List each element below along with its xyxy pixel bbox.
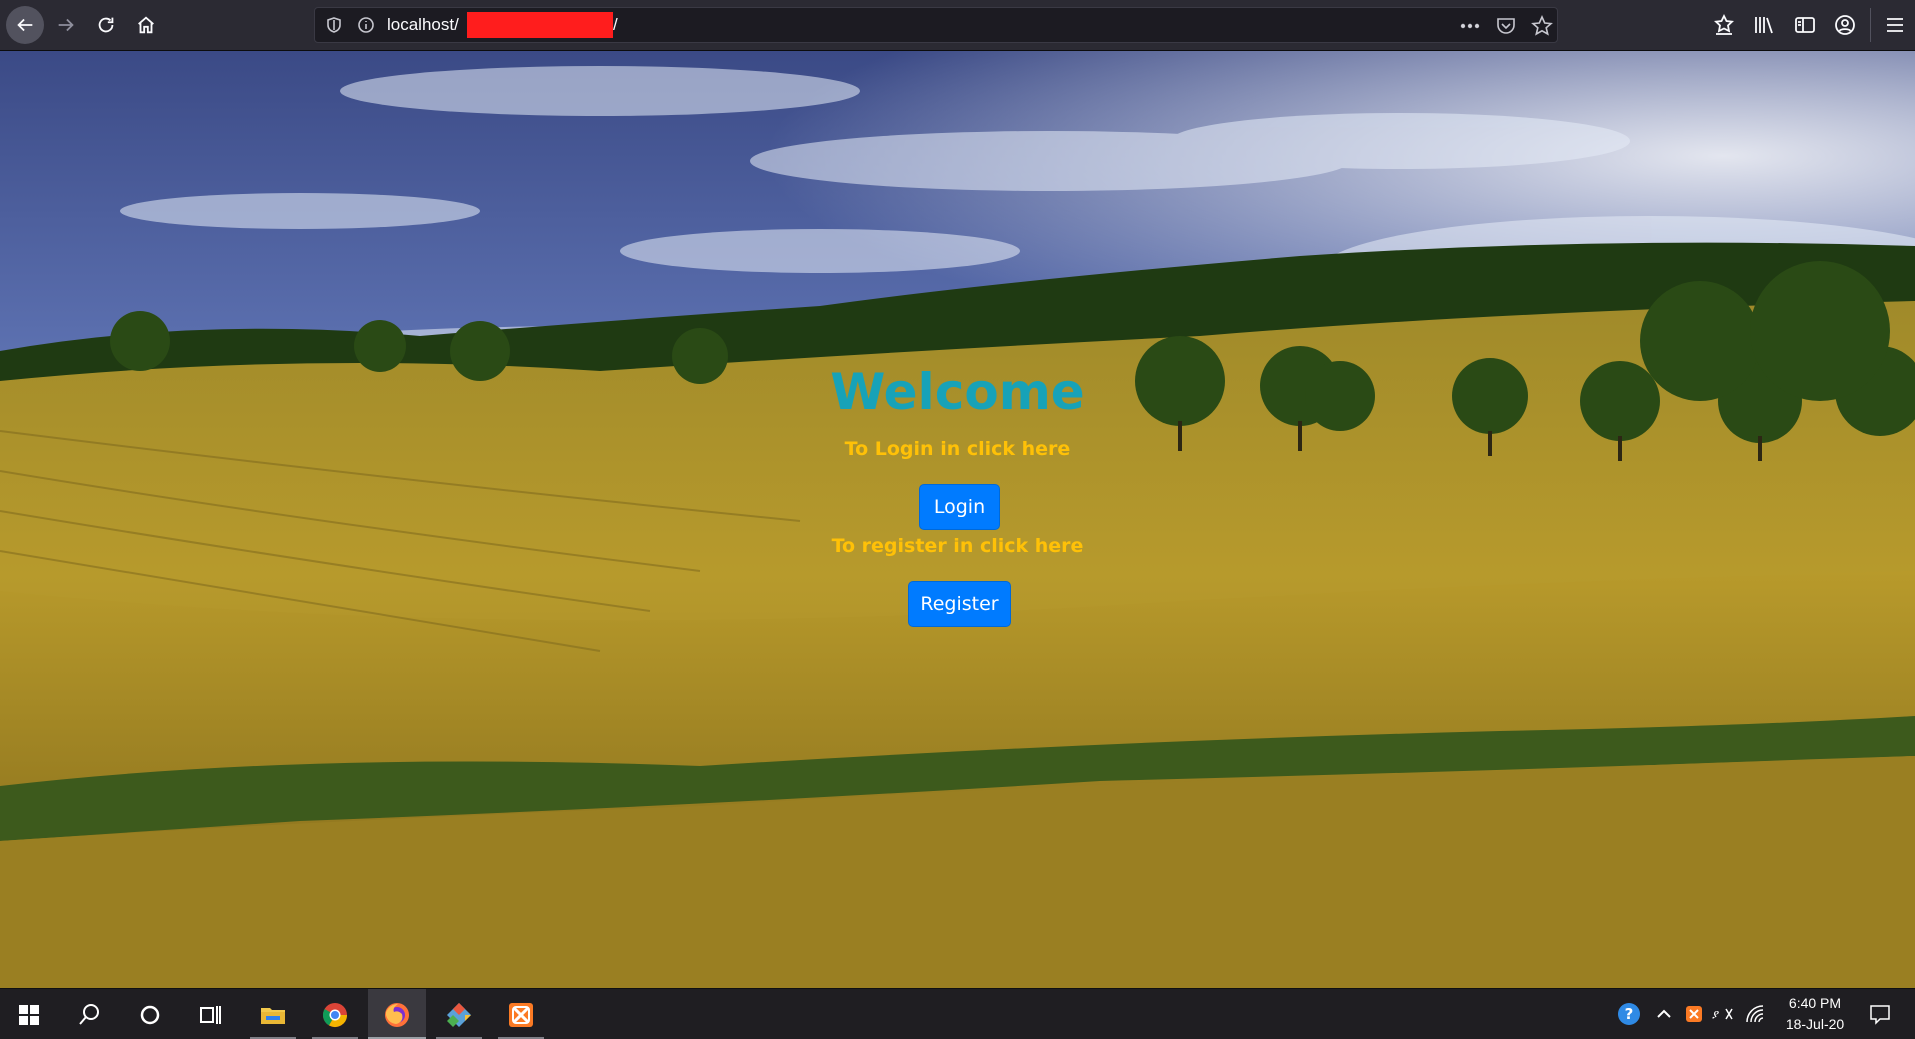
welcome-content: Welcome To Login in click here Login To … — [0, 51, 1915, 988]
home-button[interactable] — [127, 6, 165, 44]
xampp-icon — [509, 1002, 533, 1027]
url-trailing-slash[interactable]: / — [613, 8, 618, 42]
address-bar[interactable]: localhost/ / — [314, 7, 1558, 43]
pocket-icon[interactable] — [1495, 15, 1517, 37]
search-icon — [79, 1003, 99, 1025]
login-button[interactable]: Login — [919, 484, 1000, 530]
sidebar-icon[interactable] — [1793, 13, 1817, 37]
file-explorer-taskbar-button[interactable] — [244, 989, 302, 1039]
notification-icon[interactable] — [1867, 1001, 1893, 1027]
reload-icon — [98, 17, 114, 33]
account-icon[interactable] — [1833, 13, 1857, 37]
task-view-button[interactable] — [181, 989, 239, 1039]
chrome-icon — [322, 1002, 347, 1027]
forward-arrow-icon — [58, 18, 74, 32]
system-clock[interactable]: 6:40 PM 18-Jul-20 — [1770, 993, 1860, 1035]
redacted-url-segment — [467, 12, 613, 38]
page-actions-more-icon[interactable] — [1459, 15, 1481, 37]
site-info-icon[interactable] — [357, 16, 375, 34]
clock-date: 18-Jul-20 — [1785, 1016, 1845, 1032]
taskbar-search-button[interactable] — [60, 989, 118, 1039]
cortana-icon — [140, 1005, 160, 1024]
chrome-taskbar-button[interactable] — [306, 989, 364, 1039]
task-view-icon — [200, 1005, 221, 1024]
help-icon[interactable]: ? — [1616, 1001, 1642, 1027]
windows-start-icon — [19, 1004, 39, 1025]
register-prompt-text: To register in click here — [831, 535, 1084, 557]
tracking-protection-shield-icon[interactable] — [325, 16, 343, 34]
file-explorer-icon — [261, 1007, 285, 1024]
bookmark-star-icon[interactable] — [1531, 15, 1553, 37]
show-hidden-icons-chevron[interactable] — [1651, 1001, 1677, 1027]
reload-button[interactable] — [87, 6, 125, 44]
register-button[interactable]: Register — [908, 581, 1011, 627]
network-icon[interactable] — [1742, 1001, 1768, 1027]
cortana-button[interactable] — [121, 989, 179, 1039]
windows-taskbar: ? ያ 6:40 PM 18-Jul-20 — [0, 988, 1915, 1039]
git-taskbar-button[interactable] — [430, 989, 488, 1039]
xampp-tray-icon[interactable] — [1681, 1001, 1707, 1027]
url-text[interactable]: localhost/ — [387, 8, 459, 42]
welcome-heading: Welcome — [830, 363, 1085, 421]
git-icon — [447, 1002, 471, 1027]
back-button[interactable] — [6, 6, 44, 44]
svg-text:ያ: ያ — [1712, 1007, 1719, 1021]
home-icon — [138, 16, 154, 34]
svg-text:?: ? — [1625, 1005, 1634, 1023]
back-arrow-icon — [17, 18, 33, 32]
browser-toolbar: localhost/ / — [0, 0, 1915, 51]
input-method-icon[interactable]: ያ — [1710, 1001, 1736, 1027]
web-page: Welcome To Login in click here Login To … — [0, 51, 1915, 988]
windows-start-button[interactable] — [0, 989, 58, 1039]
clock-time: 6:40 PM — [1788, 995, 1842, 1011]
library-icon[interactable] — [1752, 13, 1776, 37]
xampp-taskbar-button[interactable] — [492, 989, 550, 1039]
login-prompt-text: To Login in click here — [844, 438, 1071, 460]
toolbar-separator — [1870, 8, 1871, 42]
forward-button[interactable] — [47, 6, 85, 44]
firefox-taskbar-button[interactable] — [368, 989, 426, 1039]
collections-icon[interactable] — [1712, 13, 1736, 37]
firefox-icon — [385, 1002, 409, 1027]
hamburger-menu-icon[interactable] — [1883, 13, 1907, 37]
